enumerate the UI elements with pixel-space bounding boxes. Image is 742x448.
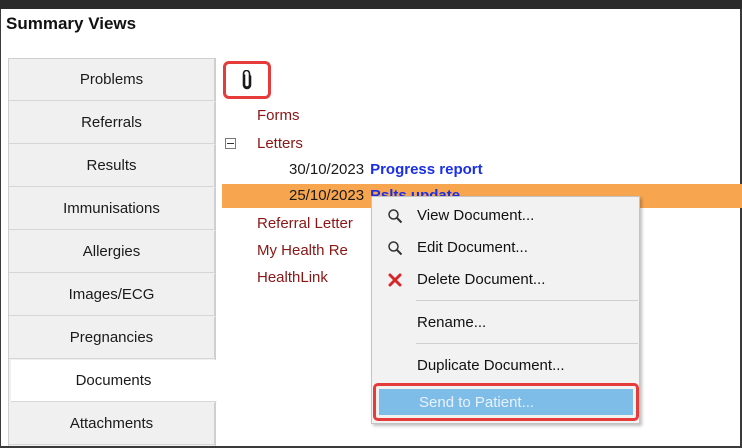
tree-folder-referral-letters[interactable]: Referral Letter	[257, 215, 353, 232]
document-date: 25/10/2023	[289, 187, 365, 204]
tree-folder-letters[interactable]: Letters	[257, 135, 303, 152]
menu-item-label: Rename...	[417, 314, 487, 331]
sidebar-item-results[interactable]: Results	[9, 145, 215, 187]
document-date: 30/10/2023	[289, 161, 365, 178]
delete-x-icon	[386, 271, 404, 289]
paperclip-icon	[242, 70, 252, 90]
collapse-toggle-icon[interactable]	[225, 138, 236, 149]
sidebar-item-problems[interactable]: Problems	[9, 59, 215, 101]
attach-button[interactable]	[223, 61, 271, 99]
menu-item-label: Edit Document...	[417, 239, 528, 256]
send-to-patient-highlight: Send to Patient...	[373, 383, 639, 421]
menu-item-rename[interactable]: Rename...	[372, 307, 639, 339]
sidebar-item-allergies[interactable]: Allergies	[9, 231, 215, 273]
menu-separator	[416, 343, 638, 344]
panel-title: Summary Views	[6, 14, 137, 33]
sidebar-item-attachments[interactable]: Attachments	[9, 403, 215, 445]
menu-item-label: View Document...	[417, 207, 535, 224]
menu-item-delete-document[interactable]: Delete Document...	[372, 264, 639, 296]
sidebar-item-immunisations[interactable]: Immunisations	[9, 188, 215, 230]
window-top-bar	[0, 0, 742, 9]
tree-folder-forms[interactable]: Forms	[257, 107, 300, 124]
magnifier-icon	[386, 207, 404, 225]
tree-document-row[interactable]: 30/10/2023 Progress report	[289, 161, 483, 178]
menu-item-view-document[interactable]: View Document...	[372, 200, 639, 232]
menu-separator	[416, 300, 638, 301]
menu-item-duplicate-document[interactable]: Duplicate Document...	[372, 350, 639, 382]
menu-item-edit-document[interactable]: Edit Document...	[372, 232, 639, 264]
sidebar-item-images-ecg[interactable]: Images/ECG	[9, 274, 215, 316]
sidebar-item-referrals[interactable]: Referrals	[9, 102, 215, 144]
tree-folder-healthlink[interactable]: HealthLink	[257, 269, 328, 286]
sidebar-item-pregnancies[interactable]: Pregnancies	[9, 317, 215, 359]
sidebar-nav: Problems Referrals Results Immunisations…	[8, 58, 217, 448]
menu-item-send-to-patient[interactable]: Send to Patient...	[379, 389, 633, 415]
menu-item-label: Delete Document...	[417, 271, 546, 288]
tree-folder-my-health-record[interactable]: My Health Re	[257, 242, 348, 259]
sidebar-item-documents[interactable]: Documents	[11, 360, 217, 402]
magnifier-icon	[386, 239, 404, 257]
menu-item-label: Duplicate Document...	[417, 357, 565, 374]
menu-item-label: Send to Patient...	[419, 394, 535, 411]
document-title: Progress report	[370, 161, 483, 178]
